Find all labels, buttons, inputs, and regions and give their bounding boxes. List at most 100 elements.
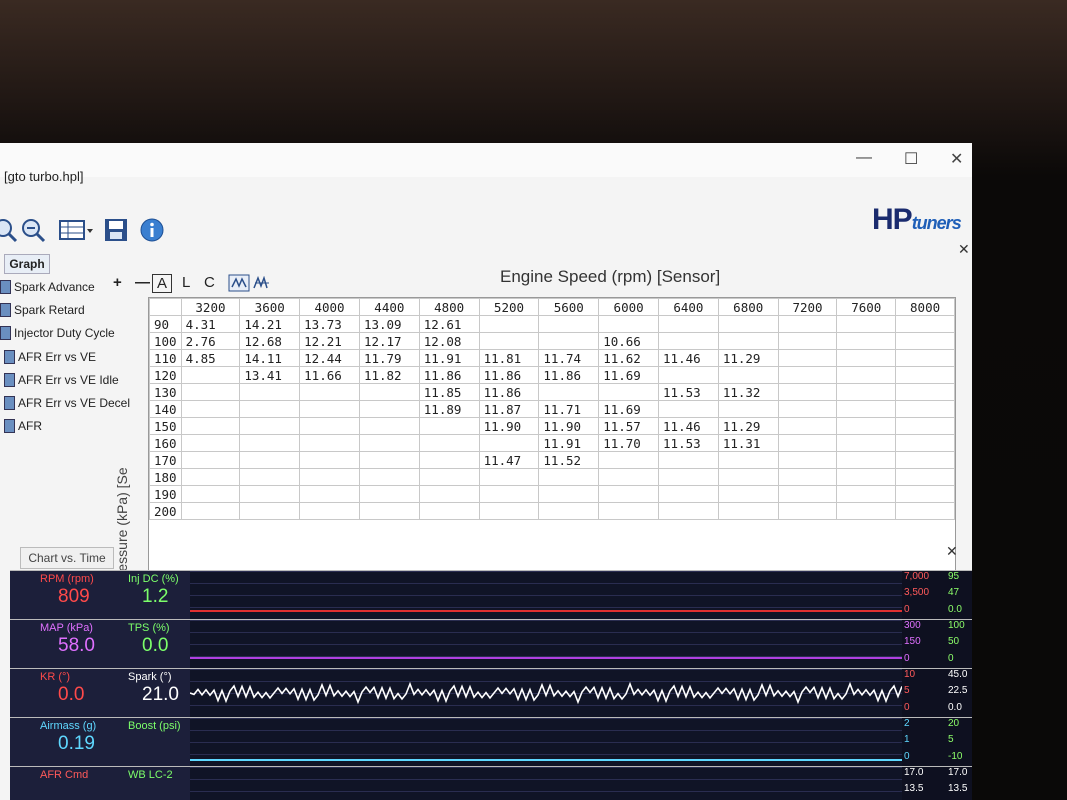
table-cell[interactable] (239, 468, 301, 486)
column-header[interactable]: 8000 (895, 298, 955, 316)
smooth-icon[interactable] (253, 276, 271, 290)
table-cell[interactable] (478, 502, 540, 520)
table-cell[interactable]: 11.71 (538, 400, 600, 418)
table-cell[interactable]: 11.82 (358, 366, 420, 384)
graph-mode-icon[interactable] (228, 274, 250, 292)
table-cell[interactable]: 11.57 (598, 417, 660, 435)
column-header[interactable]: 6800 (717, 298, 779, 316)
table-cell[interactable] (895, 400, 955, 418)
tab-chart-vs-time[interactable]: Chart vs. Time (20, 547, 114, 569)
table-cell[interactable]: 12.44 (299, 349, 360, 367)
table-cell[interactable]: 11.53 (658, 383, 719, 401)
row-header[interactable]: 180 (149, 468, 182, 486)
table-cell[interactable] (358, 502, 420, 520)
table-cell[interactable] (836, 417, 897, 435)
table-cell[interactable]: 11.89 (418, 400, 480, 418)
table-cell[interactable] (777, 434, 838, 452)
table-cell[interactable] (478, 468, 540, 486)
table-cell[interactable]: 11.53 (658, 434, 719, 452)
table-cell[interactable] (658, 400, 719, 418)
zoom-in-icon[interactable] (0, 217, 18, 243)
table-cell[interactable] (299, 485, 360, 503)
table-cell[interactable]: 11.74 (538, 349, 600, 367)
table-cell[interactable] (358, 485, 420, 503)
row-header[interactable]: 110 (149, 349, 182, 367)
table-cell[interactable] (717, 485, 779, 503)
table-cell[interactable]: 11.66 (299, 366, 360, 384)
table-cell[interactable] (538, 332, 600, 350)
table-cell[interactable]: 11.91 (538, 434, 600, 452)
column-header[interactable]: 4000 (299, 298, 360, 316)
table-cell[interactable] (358, 451, 420, 469)
column-header[interactable]: 7600 (836, 298, 897, 316)
table-cell[interactable] (418, 451, 480, 469)
table-cell[interactable]: 11.52 (538, 451, 600, 469)
table-cell[interactable]: 11.69 (598, 366, 660, 384)
table-cell[interactable] (598, 451, 660, 469)
table-cell[interactable] (239, 383, 301, 401)
table-cell[interactable] (895, 502, 955, 520)
table-cell[interactable]: 11.29 (717, 417, 779, 435)
table-cell[interactable]: 10.66 (598, 332, 660, 350)
table-cell[interactable] (777, 451, 838, 469)
table-cell[interactable] (180, 485, 241, 503)
close-chart-icon[interactable]: ✕ (946, 543, 958, 560)
row-header[interactable]: 170 (149, 451, 182, 469)
table-cell[interactable] (538, 383, 600, 401)
table-cell[interactable] (658, 332, 719, 350)
tool-c-button[interactable]: C (204, 274, 215, 291)
sidebar-item[interactable]: Spark Retard (0, 298, 115, 321)
table-cell[interactable]: 11.31 (717, 434, 779, 452)
table-cell[interactable] (895, 451, 955, 469)
table-cell[interactable]: 11.86 (478, 366, 540, 384)
table-cell[interactable] (538, 502, 600, 520)
table-cell[interactable] (180, 468, 241, 486)
table-cell[interactable]: 14.21 (239, 315, 301, 333)
table-cell[interactable] (418, 417, 480, 435)
tab-graph[interactable]: Graph (4, 254, 50, 274)
table-cell[interactable] (836, 315, 897, 333)
table-cell[interactable]: 11.46 (658, 349, 719, 367)
column-header[interactable]: 6400 (658, 298, 719, 316)
table-cell[interactable]: 12.21 (299, 332, 360, 350)
table-cell[interactable]: 11.79 (358, 349, 420, 367)
table-cell[interactable] (895, 485, 955, 503)
row-header[interactable]: 130 (149, 383, 182, 401)
sidebar-item[interactable]: AFR Err vs VE Decel (0, 391, 130, 414)
column-header[interactable]: 4800 (418, 298, 480, 316)
table-cell[interactable] (180, 502, 241, 520)
table-cell[interactable] (299, 400, 360, 418)
table-view-icon[interactable] (58, 217, 94, 243)
table-cell[interactable] (717, 502, 779, 520)
table-cell[interactable] (598, 485, 660, 503)
table-cell[interactable]: 11.90 (538, 417, 600, 435)
sidebar-item[interactable]: AFR Err vs VE Idle (0, 368, 119, 391)
table-cell[interactable] (358, 434, 420, 452)
table-cell[interactable]: 14.11 (239, 349, 301, 367)
table-cell[interactable]: 11.46 (658, 417, 719, 435)
table-cell[interactable] (358, 468, 420, 486)
table-cell[interactable] (658, 485, 719, 503)
table-cell[interactable] (299, 417, 360, 435)
table-cell[interactable] (358, 383, 420, 401)
column-header[interactable]: 6000 (598, 298, 660, 316)
channel-plot[interactable] (190, 767, 902, 800)
table-cell[interactable] (717, 400, 779, 418)
column-header[interactable]: 4400 (358, 298, 420, 316)
table-cell[interactable] (836, 468, 897, 486)
table-cell[interactable] (777, 315, 838, 333)
table-cell[interactable] (299, 383, 360, 401)
table-cell[interactable]: 11.85 (418, 383, 480, 401)
table-cell[interactable] (836, 383, 897, 401)
table-cell[interactable]: 11.91 (418, 349, 480, 367)
table-cell[interactable] (895, 383, 955, 401)
table-cell[interactable] (777, 485, 838, 503)
sidebar-item[interactable]: Spark Advance (0, 275, 115, 298)
table-cell[interactable] (239, 400, 301, 418)
table-cell[interactable]: 11.29 (717, 349, 779, 367)
table-cell[interactable] (895, 315, 955, 333)
close-button[interactable]: ✕ (950, 149, 963, 169)
table-cell[interactable] (777, 349, 838, 367)
column-header[interactable]: 5600 (538, 298, 600, 316)
table-cell[interactable] (717, 332, 779, 350)
